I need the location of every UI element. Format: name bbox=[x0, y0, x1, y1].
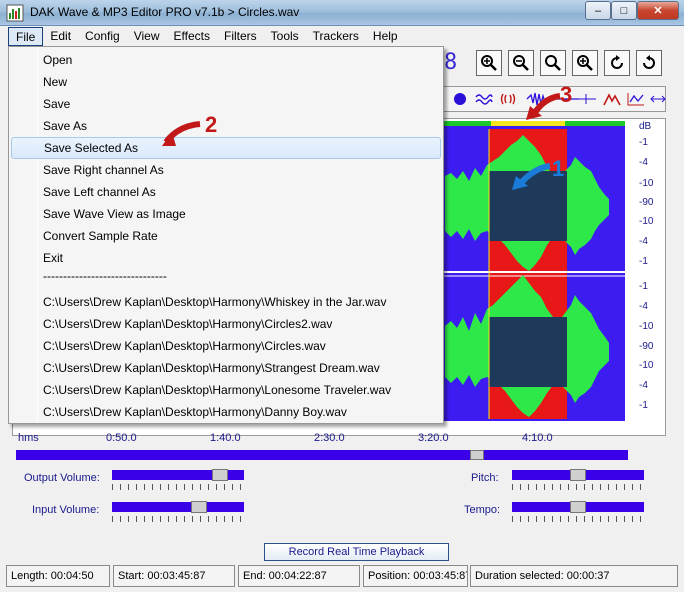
time-label: 4:10.0 bbox=[522, 432, 553, 444]
zoom-fit-icon[interactable] bbox=[540, 50, 566, 76]
menu-save-left-channel[interactable]: Save Left channel As bbox=[11, 181, 441, 203]
pitch-label: Pitch: bbox=[471, 472, 499, 484]
time-label: 1:40.0 bbox=[210, 432, 241, 444]
menu-filters[interactable]: Filters bbox=[217, 27, 264, 46]
tempo-slider[interactable] bbox=[512, 501, 644, 526]
db-label: -10 bbox=[639, 321, 654, 332]
db-label: -10 bbox=[639, 360, 654, 371]
window-title: DAK Wave & MP3 Editor PRO v7.1b > Circle… bbox=[30, 5, 300, 19]
mountain-icon[interactable] bbox=[601, 89, 623, 109]
input-volume-label: Input Volume: bbox=[32, 504, 100, 516]
recent-file[interactable]: C:\Users\Drew Kaplan\Desktop\Harmony\Cir… bbox=[11, 335, 441, 357]
tempo-thumb[interactable] bbox=[570, 501, 586, 513]
db-label: -4 bbox=[639, 380, 648, 391]
time-label: 2:30.0 bbox=[314, 432, 345, 444]
output-volume-thumb[interactable] bbox=[212, 469, 228, 481]
menu-help[interactable]: Help bbox=[366, 27, 405, 46]
pitch-slider[interactable] bbox=[512, 469, 644, 494]
time-label: 3:20.0 bbox=[418, 432, 449, 444]
recent-file[interactable]: C:\Users\Drew Kaplan\Desktop\Harmony\Whi… bbox=[11, 291, 441, 313]
db-unit-label: dB bbox=[639, 121, 652, 132]
db-label: -1 bbox=[639, 281, 648, 292]
db-label: -90 bbox=[639, 341, 654, 352]
redo-icon[interactable] bbox=[636, 50, 662, 76]
wave-icon[interactable] bbox=[473, 89, 495, 109]
output-volume-label: Output Volume: bbox=[24, 472, 100, 484]
db-label: -90 bbox=[639, 197, 654, 208]
menu-separator: ------------------------------- bbox=[43, 269, 167, 283]
status-duration: Duration selected: 00:00:37 bbox=[470, 565, 678, 587]
menu-new[interactable]: New bbox=[11, 71, 441, 93]
file-menu-dropdown: Open New Save Save As Save Selected As S… bbox=[8, 46, 444, 424]
db-label: -1 bbox=[639, 400, 648, 411]
graph-icon[interactable] bbox=[625, 89, 647, 109]
zoom-toolbar bbox=[440, 50, 670, 80]
menu-edit[interactable]: Edit bbox=[43, 27, 78, 46]
input-volume-thumb[interactable] bbox=[191, 501, 207, 513]
menu-convert-sample-rate[interactable]: Convert Sample Rate bbox=[11, 225, 441, 247]
menu-save-wave-view[interactable]: Save Wave View as Image bbox=[11, 203, 441, 225]
close-button[interactable]: ✕ bbox=[637, 1, 679, 20]
recent-file[interactable]: C:\Users\Drew Kaplan\Desktop\Harmony\Dan… bbox=[11, 401, 441, 423]
recent-file[interactable]: C:\Users\Drew Kaplan\Desktop\Harmony\Str… bbox=[11, 357, 441, 379]
record-dot-icon[interactable] bbox=[449, 89, 471, 109]
db-label: -4 bbox=[639, 236, 648, 247]
echo-icon[interactable] bbox=[497, 89, 519, 109]
status-position: Position: 00:03:45:87 bbox=[363, 565, 468, 587]
db-label: -1 bbox=[639, 137, 648, 148]
minimize-button[interactable]: – bbox=[585, 1, 611, 20]
menu-config[interactable]: Config bbox=[78, 27, 127, 46]
menu-save-right-channel[interactable]: Save Right channel As bbox=[11, 159, 441, 181]
annotation-number: 1 bbox=[552, 156, 565, 181]
menu-trackers[interactable]: Trackers bbox=[306, 27, 366, 46]
zoom-out-icon[interactable] bbox=[508, 50, 534, 76]
status-length: Length: 00:04:50 bbox=[6, 565, 110, 587]
db-scale: dB -1 -4 -10 -90 -10 -4 -1 -1 -4 -10 -90… bbox=[625, 119, 665, 419]
undo-icon[interactable] bbox=[604, 50, 630, 76]
status-start: Start: 00:03:45:87 bbox=[113, 565, 235, 587]
menu-view[interactable]: View bbox=[127, 27, 167, 46]
db-label: -10 bbox=[639, 216, 654, 227]
menu-file[interactable]: File bbox=[8, 27, 44, 46]
db-label: -4 bbox=[639, 301, 648, 312]
recent-file[interactable]: C:\Users\Drew Kaplan\Desktop\Harmony\Cir… bbox=[11, 313, 441, 335]
time-axis: hms 0:50.0 1:40.0 2:30.0 3:20.0 4:10.0 bbox=[12, 430, 666, 448]
title-bar: DAK Wave & MP3 Editor PRO v7.1b > Circle… bbox=[0, 0, 684, 26]
menu-open[interactable]: Open bbox=[11, 49, 441, 71]
annotation-number: 3 bbox=[560, 82, 573, 107]
time-unit-label: hms bbox=[18, 432, 39, 444]
position-scrollbar[interactable] bbox=[16, 450, 628, 460]
output-volume-slider[interactable] bbox=[112, 469, 244, 494]
position-thumb[interactable] bbox=[470, 450, 484, 460]
status-bar: Length: 00:04:50 Start: 00:03:45:87 End:… bbox=[0, 563, 684, 592]
menu-exit[interactable]: Exit bbox=[11, 247, 441, 269]
stretch-icon[interactable] bbox=[647, 89, 669, 109]
pitch-thumb[interactable] bbox=[570, 469, 586, 481]
annotation-arrow-2 bbox=[162, 121, 201, 146]
menu-effects[interactable]: Effects bbox=[167, 27, 217, 46]
record-playback-button[interactable]: Record Real Time Playback bbox=[264, 543, 449, 561]
db-label: -10 bbox=[639, 178, 654, 189]
annotation-number: 2 bbox=[205, 112, 218, 137]
zoom-selection-icon[interactable] bbox=[572, 50, 598, 76]
db-label: -4 bbox=[639, 157, 648, 168]
tempo-label: Tempo: bbox=[464, 504, 501, 516]
app-icon bbox=[6, 4, 24, 22]
menu-tools[interactable]: Tools bbox=[264, 27, 306, 46]
zoom-in-icon[interactable] bbox=[476, 50, 502, 76]
db-label: -1 bbox=[639, 256, 648, 267]
menu-bar: File Edit Config View Effects Filters To… bbox=[0, 26, 684, 47]
status-end: End: 00:04:22:87 bbox=[238, 565, 360, 587]
time-label: 0:50.0 bbox=[106, 432, 137, 444]
maximize-button[interactable]: □ bbox=[611, 1, 637, 20]
input-volume-slider[interactable] bbox=[112, 501, 244, 526]
recent-file[interactable]: C:\Users\Drew Kaplan\Desktop\Harmony\Lon… bbox=[11, 379, 441, 401]
